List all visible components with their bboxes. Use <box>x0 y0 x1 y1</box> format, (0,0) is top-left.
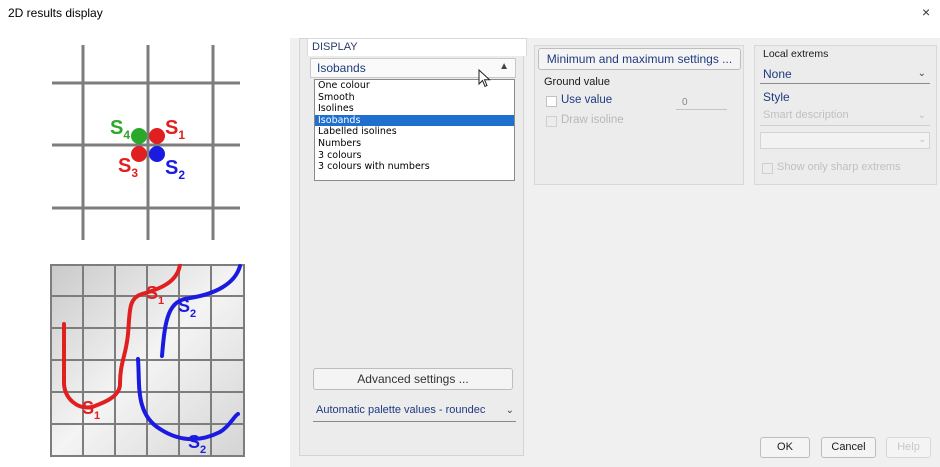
point-s2 <box>149 146 165 162</box>
point-s3 <box>131 146 147 162</box>
palette-combo[interactable]: Automatic palette values - roundec ⌄ <box>313 402 516 422</box>
ok-button[interactable]: OK <box>760 437 810 458</box>
display-mode-value: Isobands <box>317 61 366 75</box>
chevron-down-icon: ⌄ <box>505 405 514 416</box>
local-extremes-value: None <box>763 67 792 81</box>
chevron-down-icon: ⌄ <box>917 68 926 79</box>
ground-value-input[interactable] <box>676 95 727 110</box>
chevron-up-icon: ▲ <box>499 61 509 72</box>
sharp-extremes-label: Show only sharp extrems <box>777 161 901 173</box>
option-labelled-isolines[interactable]: Labelled isolines <box>315 126 514 138</box>
dialog-title: 2D results display <box>8 6 103 20</box>
advanced-settings-button[interactable]: Advanced settings ... <box>313 368 513 390</box>
point-s4 <box>131 128 147 144</box>
option-isobands[interactable]: Isobands <box>315 114 514 127</box>
ground-value-label: Ground value <box>544 76 611 88</box>
style-label: Style <box>763 90 790 104</box>
label-s1: S1 <box>165 117 185 142</box>
display-tab[interactable]: DISPLAY <box>307 38 527 56</box>
help-button[interactable]: Help <box>886 437 931 458</box>
local-extremes-combo[interactable]: None ⌄ <box>760 66 930 84</box>
use-value-checkbox[interactable] <box>546 96 557 107</box>
option-3-colours-numbers[interactable]: 3 colours with numbers <box>315 161 514 173</box>
chevron-down-icon: ⌄ <box>917 110 926 121</box>
option-numbers[interactable]: Numbers <box>315 138 514 150</box>
style-detail-combo[interactable]: ⌄ <box>760 132 930 149</box>
use-value-label[interactable]: Use value <box>561 94 612 106</box>
min-max-settings-button[interactable]: Minimum and maximum settings ... <box>538 48 741 70</box>
local-extremes-label: Local extrems <box>763 48 829 60</box>
label-s4: S4 <box>110 117 130 142</box>
display-mode-dropdown[interactable]: One colour Smooth Isolines Isobands Labe… <box>314 79 515 181</box>
chevron-down-icon: ⌄ <box>918 134 926 144</box>
mouse-pointer-icon <box>478 69 491 88</box>
draw-isoline-checkbox[interactable] <box>546 116 557 127</box>
point-s1 <box>149 128 165 144</box>
grid-points-illustration: S4 S1 S3 S2 <box>52 45 240 240</box>
cancel-button[interactable]: Cancel <box>821 437 876 458</box>
option-3-colours[interactable]: 3 colours <box>315 150 514 162</box>
label-s2: S2 <box>165 157 185 182</box>
close-icon[interactable]: × <box>922 4 930 20</box>
option-isolines[interactable]: Isolines <box>315 103 514 115</box>
sharp-extremes-checkbox[interactable] <box>762 163 773 174</box>
style-combo[interactable]: Smart description ⌄ <box>760 108 930 126</box>
isolines-illustration: S1 S2 S1 S2 <box>50 264 245 457</box>
draw-isoline-label: Draw isoline <box>561 114 624 126</box>
palette-value: Automatic palette values - roundec <box>316 404 486 416</box>
option-smooth[interactable]: Smooth <box>315 92 514 104</box>
style-value: Smart description <box>763 109 849 121</box>
